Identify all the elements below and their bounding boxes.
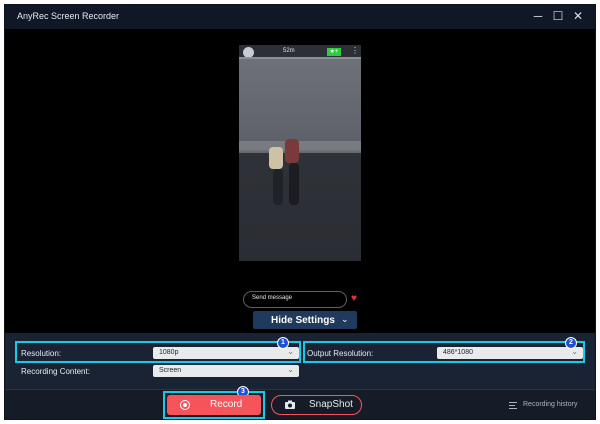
chevron-down-icon: ⌄ (341, 314, 349, 324)
output-resolution-label: Output Resolution: (307, 349, 374, 358)
send-message-input[interactable]: Send message (243, 291, 347, 308)
bottom-toolbar: 3 Record SnapShot Recording history (5, 386, 595, 419)
step-badge-2: 2 (565, 337, 577, 349)
list-icon (509, 402, 517, 409)
person-figure (285, 139, 299, 163)
record-button[interactable]: Record (167, 395, 261, 415)
app-title: AnyRec Screen Recorder (17, 11, 120, 21)
chevron-down-icon: ⌄ (287, 347, 294, 356)
step-badge-1: 1 (277, 337, 289, 349)
story-header: 52m ★+ ⋮ (239, 45, 361, 59)
resolution-dropdown[interactable]: 1080p ⌄ (153, 347, 299, 359)
record-label: Record (210, 399, 243, 410)
video-background (239, 59, 361, 261)
record-icon (180, 400, 190, 410)
person-figure (269, 147, 283, 169)
output-resolution-value: 486*1080 (443, 349, 473, 356)
hide-settings-label: Hide Settings (271, 315, 335, 326)
recording-content-value: Screen (159, 367, 182, 374)
settings-panel: Resolution: 1080p ⌄ Output Resolution: 4… (5, 333, 595, 389)
person-figure (273, 169, 283, 205)
maximize-button[interactable]: ☐ (551, 9, 565, 23)
title-bar: AnyRec Screen Recorder ─ ☐ ✕ (5, 5, 595, 29)
resolution-label: Resolution: (21, 349, 62, 358)
person-figure (289, 163, 299, 205)
video-step (239, 141, 361, 153)
close-button[interactable]: ✕ (571, 9, 585, 23)
video-frame (239, 59, 361, 261)
recording-content-label: Recording Content: (21, 367, 90, 376)
recording-content-dropdown[interactable]: Screen ⌄ (153, 365, 299, 377)
send-message-placeholder: Send message (252, 295, 293, 301)
snapshot-button[interactable]: SnapShot (271, 395, 362, 415)
app-window: AnyRec Screen Recorder ─ ☐ ✕ 52m ★+ ⋮ Se… (4, 4, 596, 420)
snapshot-label: SnapShot (309, 399, 353, 410)
phone-mirror: 52m ★+ ⋮ (239, 45, 361, 261)
camera-icon (285, 400, 295, 409)
chevron-down-icon: ⌄ (287, 365, 294, 374)
screen-preview: 52m ★+ ⋮ Send message ♥ ◁ ○ □ (5, 29, 595, 333)
resolution-value: 1080p (159, 349, 179, 356)
heart-icon: ♥ (351, 293, 357, 304)
hide-settings-button[interactable]: Hide Settings ⌄ (253, 311, 357, 329)
more-options-icon: ⋮ (351, 46, 359, 55)
recording-history-label: Recording history (523, 401, 578, 408)
output-resolution-dropdown[interactable]: 486*1080 ⌄ (437, 347, 583, 359)
story-badge: ★+ (327, 48, 341, 56)
minimize-button[interactable]: ─ (531, 9, 545, 23)
story-time: 52m (283, 48, 295, 54)
